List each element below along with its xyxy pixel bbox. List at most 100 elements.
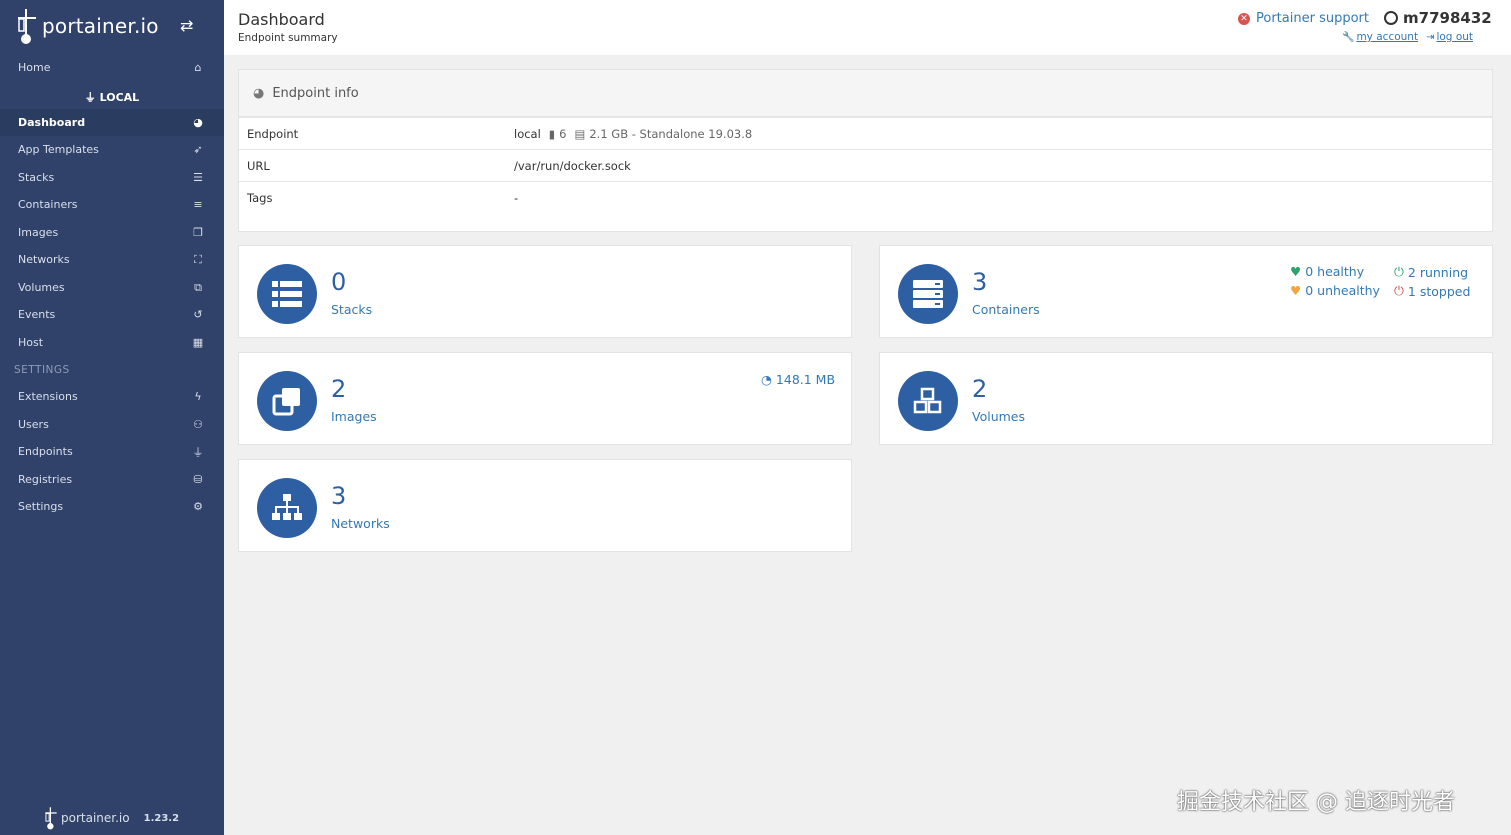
database-icon: ⛁ [193,473,203,486]
version-label: 1.23.2 [143,812,180,824]
users-icon: ⚇ [193,418,203,431]
server-icon: ≡ [193,198,203,211]
account-links: 🔧 my account ⇥ log out [1342,31,1473,43]
brand-name: portainer.io [42,14,159,38]
server-icon [898,264,958,324]
tags-value: - [514,191,519,205]
dashboard-icon: ◕ [193,116,203,129]
sidebar-item-home[interactable]: Home ⌂ [0,54,224,81]
sidebar-item-images[interactable]: Images ❐ [0,219,224,246]
memory-info: 2.1 GB - Standalone 19.03.8 [589,127,753,141]
history-icon: ↺ [193,308,203,321]
volumes-card[interactable]: 2 Volumes [879,352,1493,445]
tags-row: Tags - [239,181,1492,213]
home-icon: ⌂ [194,61,202,74]
sidebar-item-label: Stacks [18,171,55,184]
containers-card[interactable]: 3 Containers ♥ 0 healthy ♥ 0 unhealthy ⏻… [879,245,1493,338]
sidebar-item-volumes[interactable]: Volumes ⧉ [0,274,224,301]
sidebar: portainer.io ⇄ Home ⌂ ⏚ LOCAL Dashboard … [0,0,224,835]
sidebar-item-settings[interactable]: Settings ⚙ [0,493,224,520]
sidebar-item-endpoints[interactable]: Endpoints ⏚ [0,438,224,465]
stacks-card[interactable]: 0 Stacks [238,245,852,338]
containers-count: 3 [972,268,988,296]
sidebar-footer: portainer.io 1.23.2 [44,806,179,830]
bolt-icon: ϟ [194,390,202,403]
plug-icon: ⏚ [192,445,204,459]
brand-logo[interactable]: portainer.io ⇄ [16,6,216,46]
tachometer-icon: ◕ [253,85,265,101]
heartbeat-icon: ♥ [1290,283,1302,298]
wrench-icon: 🔧 [1342,32,1355,43]
sidebar-item-label: Endpoints [18,445,73,458]
sidebar-item-label: Dashboard [18,116,86,129]
user-circle-icon [1384,11,1398,25]
settings-section-header: SETTINGS [14,364,70,376]
endpoint-info-header: ◕ Endpoint info [239,70,1492,117]
sidebar-item-networks[interactable]: Networks ⛶ [0,246,224,273]
sidebar-item-label: Images [18,226,59,239]
networks-card[interactable]: 3 Networks [238,459,852,552]
sidebar-item-label: Volumes [18,281,65,294]
sidebar-item-label: Events [18,308,56,321]
user-display: m7798432 [1384,9,1492,27]
sidebar-item-stacks[interactable]: Stacks ☰ [0,164,224,191]
close-circle-icon: ✕ [1238,12,1250,25]
clone-icon: ❐ [193,226,203,239]
sidebar-item-label: Extensions [18,390,78,403]
username: m7798432 [1403,9,1492,27]
endpoint-info-widget: ◕ Endpoint info Endpoint local ▮ 6 ▤ 2.1… [238,69,1493,232]
sitemap-icon: ⛶ [194,252,202,266]
sidebar-item-label: Home [18,61,51,74]
url-value: /var/run/docker.sock [514,159,631,173]
sidebar-item-app-templates[interactable]: App Templates ➶ [0,136,224,163]
sidebar-item-host[interactable]: Host ▦ [0,329,224,356]
sidebar-item-label: Host [18,336,44,349]
page-subtitle: Endpoint summary [238,32,338,44]
sidebar-item-dashboard[interactable]: Dashboard ◕ [0,109,224,136]
page-title: Dashboard [238,10,325,29]
cubes-icon: ⧉ [194,280,202,294]
watermark-text: 掘金技术社区 @ 追逐时光者 [1177,790,1455,815]
portainer-logo-icon [45,807,57,830]
sidebar-toggle-icon[interactable]: ⇄ [180,16,193,35]
sidebar-item-label: Networks [18,253,70,266]
plug-icon: ⏚ [84,91,96,104]
images-label: Images [331,409,377,424]
logout-link[interactable]: ⇥ log out [1426,31,1473,43]
list-icon [257,264,317,324]
power-icon: ⏻ [1394,264,1404,279]
sign-out-icon: ⇥ [1426,32,1435,43]
url-row: URL /var/run/docker.sock [239,149,1492,181]
cpu-icon: ▮ [548,127,556,141]
stopped-status: ⏻ 1 stopped [1394,283,1471,299]
sidebar-item-events[interactable]: Events ↺ [0,301,224,328]
cubes-icon [898,371,958,431]
list-icon: ☰ [193,171,203,184]
heartbeat-icon: ♥ [1290,264,1302,279]
clone-icon [257,371,317,431]
stacks-label: Stacks [331,302,373,317]
portainer-logo-icon [18,9,36,44]
grid-icon: ▦ [192,336,204,349]
sidebar-item-containers[interactable]: Containers ≡ [0,191,224,218]
images-count: 2 [331,375,347,403]
support-link[interactable]: ✕ Portainer support [1238,11,1369,26]
memory-icon: ▤ [574,127,586,141]
sidebar-item-users[interactable]: Users ⚇ [0,411,224,438]
images-card[interactable]: 2 Images ◔ 148.1 MB [238,352,852,445]
volumes-label: Volumes [972,409,1026,424]
sidebar-item-registries[interactable]: Registries ⛁ [0,466,224,493]
images-size: ◔ 148.1 MB [761,372,836,387]
healthy-status: ♥ 0 healthy [1290,264,1365,279]
pie-chart-icon: ◔ [761,372,772,387]
sidebar-item-extensions[interactable]: Extensions ϟ [0,383,224,410]
endpoint-row: Endpoint local ▮ 6 ▤ 2.1 GB - Standalone… [239,117,1492,149]
my-account-link[interactable]: 🔧 my account [1342,31,1418,43]
rocket-icon: ➶ [193,143,203,156]
volumes-count: 2 [972,375,988,403]
unhealthy-status: ♥ 0 unhealthy [1290,283,1380,298]
cogs-icon: ⚙ [193,500,203,513]
sidebar-item-label: App Templates [18,143,99,156]
page-header: Dashboard Endpoint summary ✕ Portainer s… [224,0,1511,55]
endpoint-label: ⏚ LOCAL [84,91,140,104]
